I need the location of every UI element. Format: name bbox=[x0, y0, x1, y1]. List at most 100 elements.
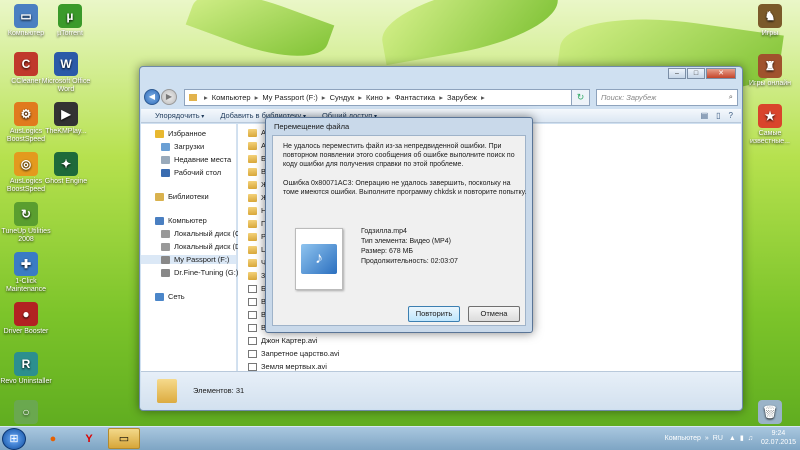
computer-toolbar-label[interactable]: Компьютер bbox=[665, 435, 701, 442]
desktop-icon-tuneup[interactable]: ↻ TuneUp Utilities 2008 bbox=[0, 202, 52, 244]
video-file-icon: ♪ bbox=[295, 228, 343, 290]
desktop-icon-games-online[interactable]: ♜ Игры онлайн bbox=[744, 54, 796, 88]
forward-button[interactable]: ▶ bbox=[161, 89, 177, 105]
desktop-icon-kmplayer[interactable]: ▶ TheKMPlay... bbox=[40, 102, 92, 136]
help-icon[interactable]: ? bbox=[729, 111, 733, 120]
desktop-icon-label: TuneUp Utilities 2008 bbox=[1, 228, 51, 243]
video-file-icon bbox=[248, 362, 257, 371]
nav-downloads[interactable]: Загрузки bbox=[161, 142, 204, 151]
list-item[interactable]: Запретное царство.avi bbox=[248, 349, 339, 358]
language-indicator[interactable]: RU bbox=[713, 435, 723, 442]
background-leaf bbox=[376, 0, 564, 66]
desktop-icon-driverbooster[interactable]: ● Driver Booster bbox=[0, 302, 52, 336]
computer-icon bbox=[155, 216, 164, 225]
nav-computer[interactable]: Компьютер bbox=[155, 216, 207, 225]
desktop-icon-revo[interactable]: R Revo Uninstaller bbox=[0, 352, 52, 386]
maximize-button[interactable]: □ bbox=[687, 68, 705, 79]
status-bar: Элементов: 31 bbox=[141, 371, 741, 409]
computer-icon: ▭ bbox=[14, 4, 38, 28]
desktop-icon-label: µTorrent bbox=[57, 30, 83, 37]
folder-icon bbox=[189, 93, 197, 101]
video-file-icon bbox=[248, 336, 257, 345]
breadcrumb-item[interactable]: Кино bbox=[366, 93, 383, 102]
network-icon[interactable]: ▮ bbox=[740, 434, 744, 442]
recycle-bin-icon: 🗑 bbox=[758, 400, 782, 424]
desktop-icon-label: CCleaner bbox=[11, 78, 41, 85]
desktop-icon-unknown[interactable]: ○ bbox=[0, 400, 52, 426]
toolbar-expand-icon[interactable]: » bbox=[705, 435, 709, 442]
search-input[interactable]: Поиск: Зарубеж ⌕ bbox=[596, 88, 738, 106]
nav-network[interactable]: Сеть bbox=[155, 292, 185, 301]
recycle-bin[interactable]: 🗑 bbox=[744, 400, 796, 426]
maintenance-icon: ✚ bbox=[14, 252, 38, 276]
date: 02.07.2015 bbox=[760, 439, 796, 446]
time: 9:24 bbox=[771, 430, 786, 437]
breadcrumb[interactable]: ▸ Компьютер ▸ My Passport (F:) ▸ Сундук ▸ К… bbox=[184, 88, 572, 106]
nav-drive-c[interactable]: Локальный диск (C bbox=[161, 229, 240, 238]
firefox-icon[interactable]: ● bbox=[38, 428, 68, 449]
folder-icon bbox=[248, 180, 257, 189]
folder-icon bbox=[157, 378, 177, 403]
start-button[interactable]: ⊞ bbox=[2, 428, 26, 450]
show-hidden-icons[interactable]: ▲ bbox=[729, 435, 736, 442]
revo-icon: R bbox=[14, 352, 38, 376]
nav-favorites[interactable]: Избранное bbox=[155, 129, 206, 138]
file-name: Годзилла.mp4 bbox=[361, 228, 407, 235]
volume-icon[interactable]: ♫ bbox=[748, 435, 753, 442]
desktop-icon-word[interactable]: W Microsoft Office Word bbox=[40, 52, 92, 94]
list-item[interactable]: Джон Картер.avi bbox=[248, 336, 317, 345]
file-icon bbox=[248, 284, 257, 293]
desktop-icon-ghost[interactable]: ✦ Ghost Engine bbox=[40, 152, 92, 186]
minimize-button[interactable]: – bbox=[668, 68, 686, 79]
folder-icon bbox=[248, 219, 257, 228]
breadcrumb-item[interactable]: Компьютер bbox=[212, 93, 251, 102]
folder-icon bbox=[248, 193, 257, 202]
desktop-icon-games[interactable]: ♞ Игры bbox=[744, 4, 796, 38]
nav-recent[interactable]: Недавние места bbox=[161, 155, 231, 164]
address-bar: ◀ ▶ ▸ Компьютер ▸ My Passport (F:) ▸ Сунду… bbox=[144, 86, 738, 108]
navigation-pane: Избранное Загрузки Недавние места Рабочи… bbox=[141, 124, 240, 373]
folder-icon bbox=[248, 141, 257, 150]
cancel-button[interactable]: Отмена bbox=[468, 306, 520, 322]
ghost-icon: ✦ bbox=[54, 152, 78, 176]
refresh-icon[interactable]: ↻ bbox=[572, 88, 590, 106]
breadcrumb-item[interactable]: My Passport (F:) bbox=[262, 93, 317, 102]
retry-button[interactable]: Повторить bbox=[408, 306, 460, 322]
clock[interactable]: 9:24 02.07.2015 bbox=[761, 429, 796, 447]
taskbar: ⊞ ● Y ▭ Компьютер » RU ▲ ▮ ♫ 9:24 02.07.… bbox=[0, 426, 800, 450]
nav-drive-g[interactable]: Dr.Fine-Tuning (G:) bbox=[161, 268, 238, 277]
breadcrumb-item[interactable]: Зарубеж bbox=[447, 93, 477, 102]
famous-icon: ★ bbox=[758, 104, 782, 128]
breadcrumb-item[interactable]: Сундук bbox=[330, 93, 355, 102]
video-file-icon bbox=[248, 349, 257, 358]
item-count: Элементов: 31 bbox=[193, 386, 245, 395]
desktop-icon-label: Самые известные... bbox=[750, 130, 790, 145]
yandex-icon[interactable]: Y bbox=[74, 428, 104, 449]
breadcrumb-item[interactable]: Фантастика bbox=[395, 93, 436, 102]
nav-libraries[interactable]: Библиотеки bbox=[155, 192, 209, 201]
explorer-taskbar-icon[interactable]: ▭ bbox=[108, 428, 140, 449]
organize-menu[interactable]: Упорядочить bbox=[155, 111, 204, 120]
video-file-icon bbox=[248, 323, 257, 332]
folder-icon bbox=[248, 245, 257, 254]
nav-desktop[interactable]: Рабочий стол bbox=[161, 168, 221, 177]
nav-drive-d[interactable]: Локальный диск (D bbox=[161, 242, 240, 251]
drive-icon bbox=[161, 255, 170, 264]
search-placeholder: Поиск: Зарубеж bbox=[601, 92, 657, 102]
drive-icon bbox=[161, 229, 170, 238]
word-icon: W bbox=[54, 52, 78, 76]
list-item[interactable]: Земля мертвых.avi bbox=[248, 362, 327, 371]
view-options-icon[interactable]: ▤ bbox=[701, 111, 709, 120]
desktop-icon-label: 1-Click Maintenance bbox=[5, 278, 47, 293]
desktop-icon-label: Игры онлайн bbox=[749, 80, 791, 87]
desktop-icon-utorrent[interactable]: µ µTorrent bbox=[44, 4, 96, 38]
desktop-icon-famous[interactable]: ★ Самые известные... bbox=[744, 104, 796, 146]
nav-drive-f[interactable]: My Passport (F:) bbox=[141, 255, 236, 264]
preview-pane-icon[interactable]: ▯ bbox=[716, 111, 720, 120]
back-button[interactable]: ◀ bbox=[144, 89, 160, 105]
close-button[interactable]: ✕ bbox=[706, 68, 736, 79]
file-size: Размер: 678 МБ bbox=[361, 248, 413, 255]
star-icon bbox=[155, 129, 164, 138]
desktop-icon-label: Microsoft Office Word bbox=[41, 78, 91, 93]
desktop-icon-maintenance[interactable]: ✚ 1-Click Maintenance bbox=[0, 252, 52, 294]
